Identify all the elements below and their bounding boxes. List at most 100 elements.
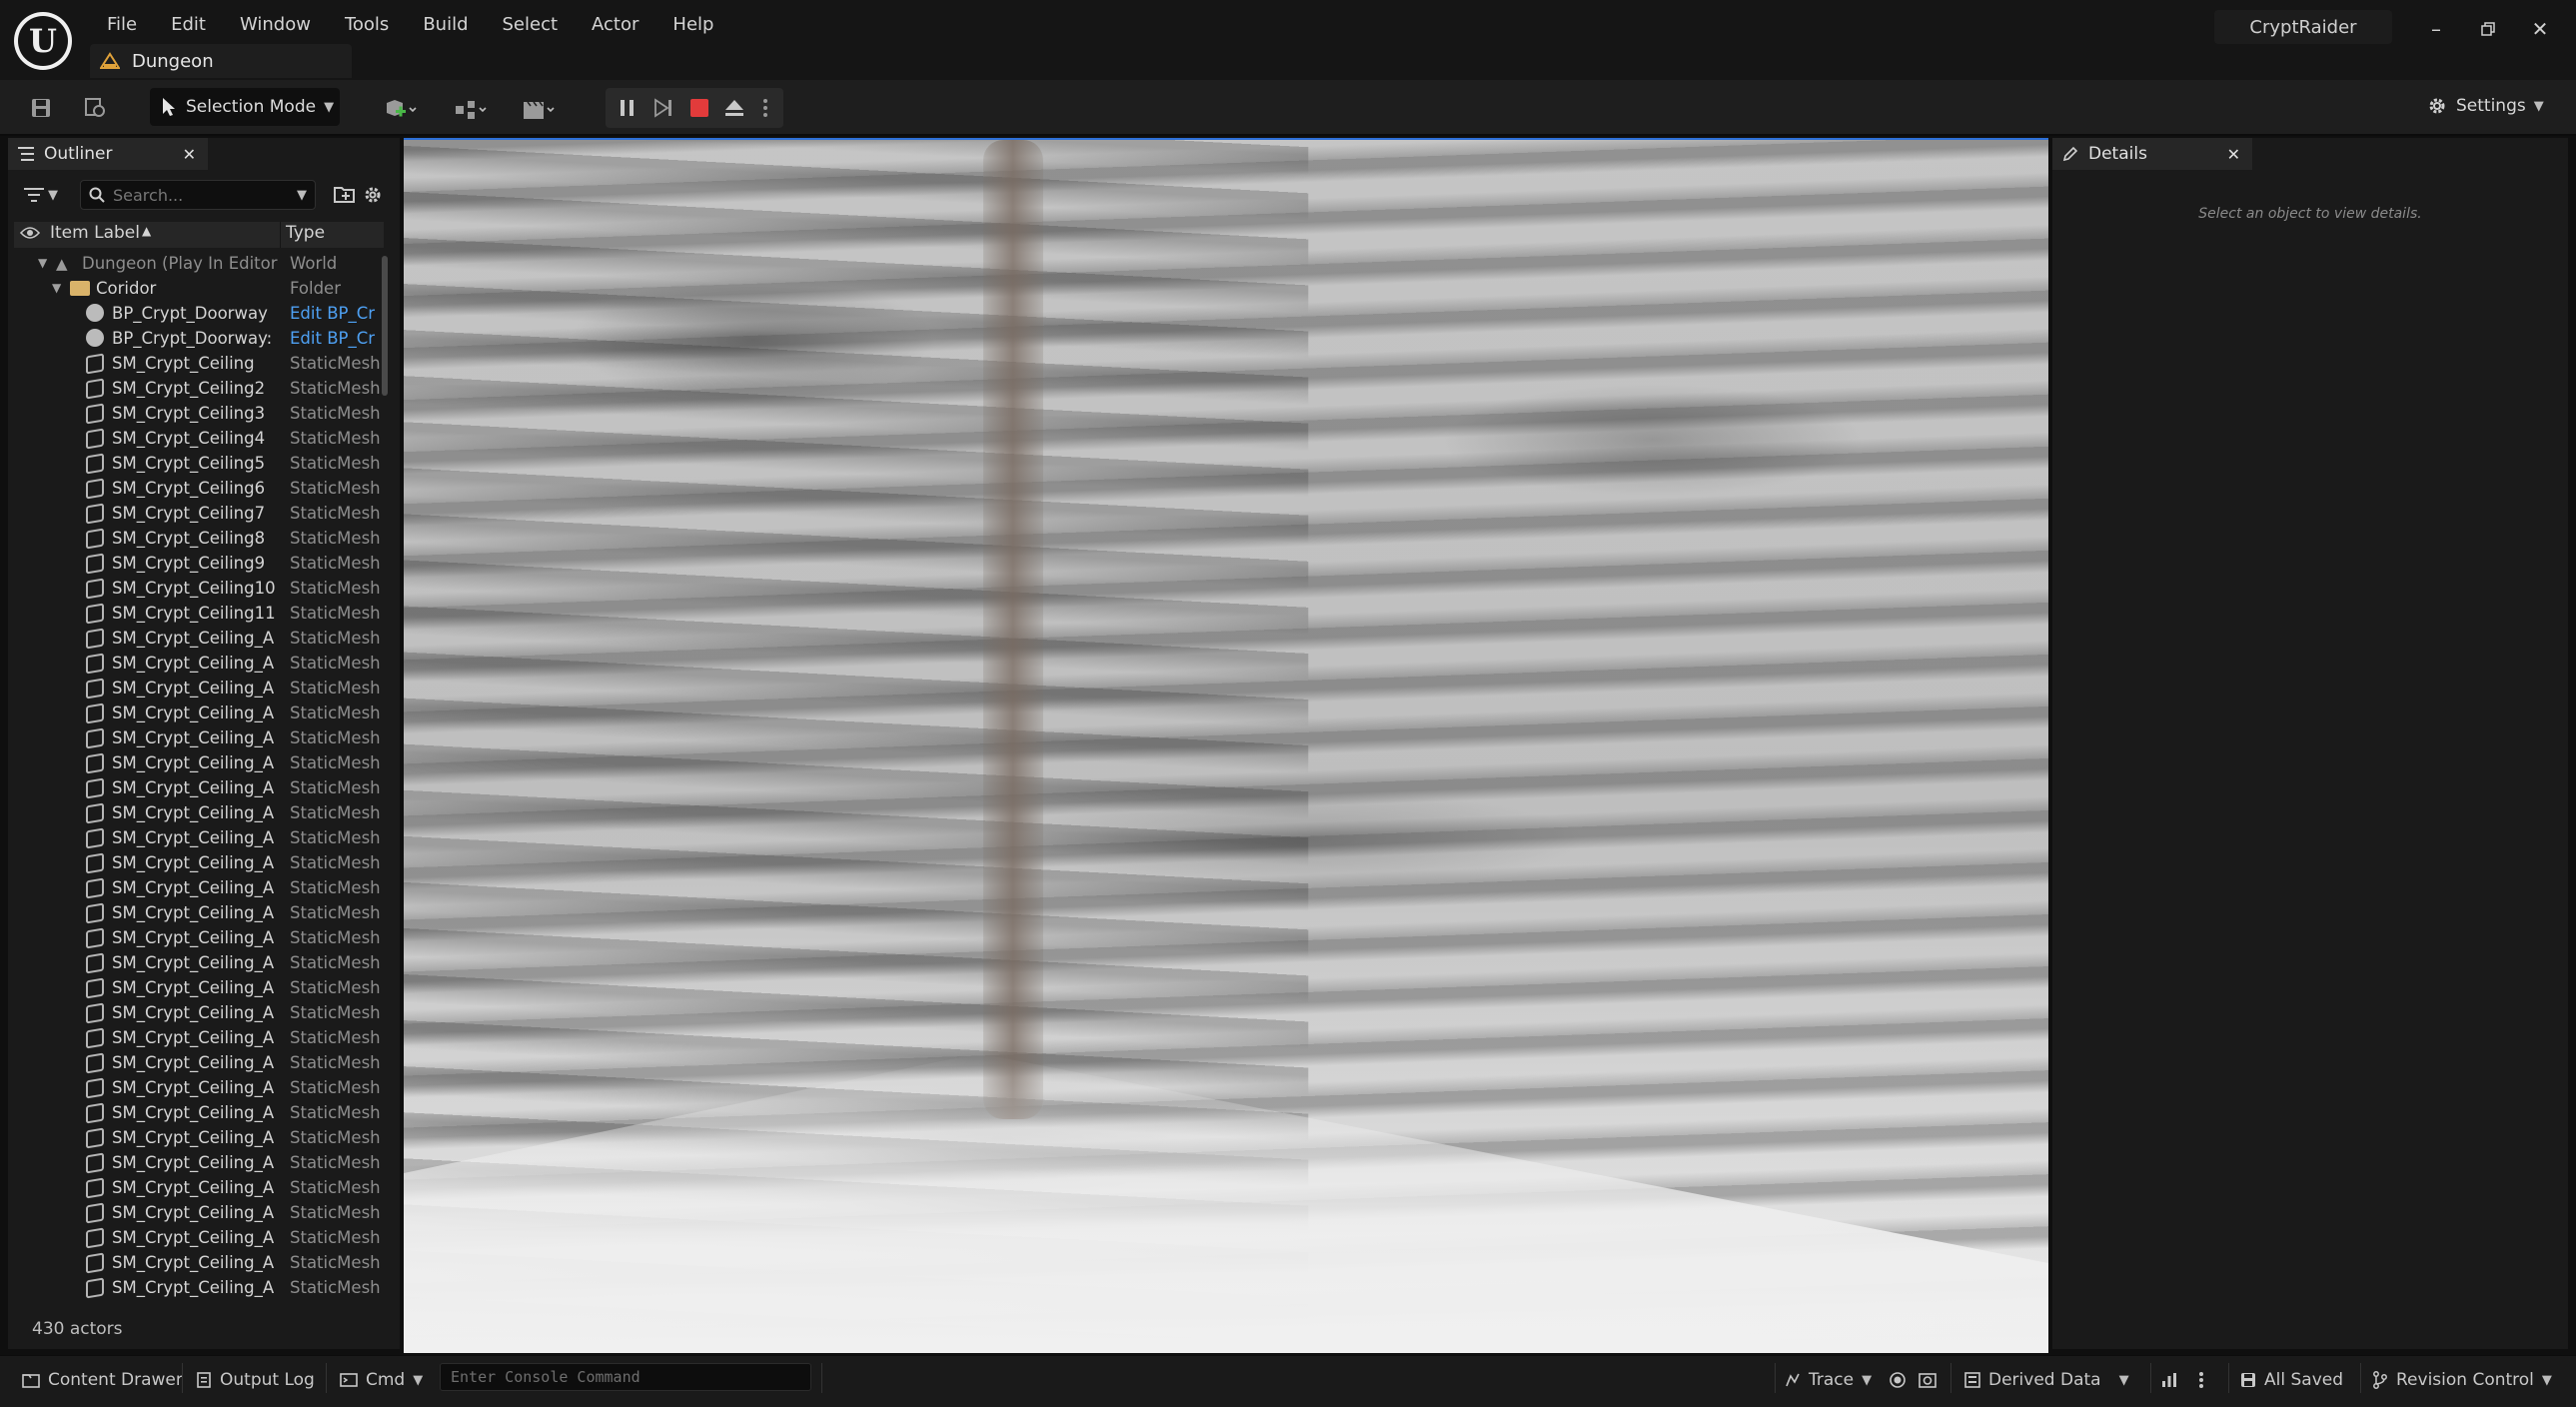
stats-icon[interactable] <box>2160 1365 2178 1395</box>
outliner-row[interactable]: SM_Crypt_Ceiling_A StaticMesh <box>14 726 384 751</box>
outliner-row[interactable]: BP_Crypt_Doorway Edit BP_Cr <box>14 302 384 327</box>
outliner-row[interactable]: SM_Crypt_Ceiling7 StaticMesh <box>14 502 384 527</box>
all-saved-button[interactable]: All Saved <box>2240 1365 2343 1395</box>
record-icon[interactable] <box>1889 1365 1907 1395</box>
outliner-row[interactable]: SM_Crypt_Ceiling_A StaticMesh <box>14 1076 384 1101</box>
outliner-row[interactable]: SM_Crypt_Ceiling_A StaticMesh <box>14 1026 384 1051</box>
content-drawer-button[interactable]: Content Drawer <box>22 1365 183 1395</box>
outliner-row[interactable]: SM_Crypt_Ceiling_A StaticMesh <box>14 776 384 801</box>
pause-icon[interactable] <box>612 88 644 128</box>
cinematics-button[interactable] <box>514 90 564 130</box>
menu-window[interactable]: Window <box>223 10 328 40</box>
outliner-row[interactable]: SM_Crypt_Ceiling_A StaticMesh <box>14 1151 384 1176</box>
outliner-row[interactable]: SM_Crypt_Ceiling9 StaticMesh <box>14 552 384 577</box>
cmd-dropdown[interactable]: Cmd ▼ <box>340 1365 423 1395</box>
outliner-row[interactable]: SM_Crypt_Ceiling10 StaticMesh <box>14 577 384 602</box>
edit-blueprint-link[interactable]: Edit BP_Cr <box>290 329 384 348</box>
stop-icon[interactable] <box>683 88 715 128</box>
close-tab-icon[interactable]: ✕ <box>183 145 196 164</box>
outliner-row[interactable]: SM_Crypt_Ceiling5 StaticMesh <box>14 452 384 477</box>
outliner-row[interactable]: SM_Crypt_Ceiling_A StaticMesh <box>14 926 384 951</box>
outliner-row[interactable]: SM_Crypt_Ceiling6 StaticMesh <box>14 477 384 502</box>
blueprints-button[interactable] <box>446 90 496 130</box>
console-command-input[interactable]: Enter Console Command <box>440 1363 811 1391</box>
revision-control-dropdown[interactable]: Revision Control ▼ <box>2372 1365 2552 1395</box>
visibility-eye-icon[interactable] <box>19 225 41 246</box>
new-folder-icon[interactable] <box>334 184 356 206</box>
outliner-row[interactable]: SM_Crypt_Ceiling_A StaticMesh <box>14 1126 384 1151</box>
edit-blueprint-link[interactable]: Edit BP_Cr <box>290 304 384 323</box>
outliner-item-type: StaticMesh <box>290 354 381 373</box>
save-icon[interactable] <box>24 88 58 128</box>
expand-arrow-icon[interactable]: ▼ <box>38 256 47 270</box>
outliner-row[interactable]: SM_Crypt_Ceiling_A StaticMesh <box>14 702 384 726</box>
outliner-row[interactable]: SM_Crypt_Ceiling_A StaticMesh <box>14 851 384 876</box>
outliner-row[interactable]: SM_Crypt_Ceiling_A StaticMesh <box>14 1001 384 1026</box>
frame-skip-icon[interactable] <box>647 88 679 128</box>
outliner-row[interactable]: SM_Crypt_Ceiling_A StaticMesh <box>14 801 384 826</box>
level-icon <box>100 52 120 69</box>
more-options-icon[interactable] <box>2198 1365 2204 1395</box>
outliner-scrollbar[interactable] <box>382 256 388 396</box>
outliner-row[interactable]: SM_Crypt_Ceiling_A StaticMesh <box>14 1226 384 1251</box>
outliner-row[interactable]: BP_Crypt_Doorway: Edit BP_Cr <box>14 327 384 352</box>
details-tab[interactable]: Details ✕ <box>2052 138 2252 170</box>
menu-select[interactable]: Select <box>486 10 576 40</box>
minimize-icon[interactable]: – <box>2416 14 2456 44</box>
outliner-row[interactable]: SM_Crypt_Ceiling8 StaticMesh <box>14 527 384 552</box>
browse-icon[interactable] <box>78 88 114 128</box>
menu-file[interactable]: File <box>90 10 154 40</box>
outliner-row[interactable]: SM_Crypt_Ceiling_A StaticMesh <box>14 652 384 677</box>
outliner-row[interactable]: SM_Crypt_Ceiling_A StaticMesh <box>14 951 384 976</box>
outliner-world-row[interactable]: ▼ ▲ Dungeon (Play In Editor World <box>14 252 384 277</box>
outliner-row[interactable]: SM_Crypt_Ceiling3 StaticMesh <box>14 402 384 427</box>
more-options-icon[interactable] <box>753 88 777 128</box>
unreal-logo-icon[interactable]: U <box>14 12 72 70</box>
level-viewport[interactable] <box>404 140 2048 1353</box>
settings-button[interactable]: Settings ▼ <box>2426 90 2544 122</box>
outliner-search-field[interactable]: Search... ▼ <box>80 180 316 210</box>
search-placeholder: Search... <box>113 185 184 205</box>
outliner-folder-row[interactable]: ▼ Coridor Folder <box>14 277 384 302</box>
outliner-row[interactable]: SM_Crypt_Ceiling_A StaticMesh <box>14 876 384 901</box>
outliner-row[interactable]: SM_Crypt_Ceiling_A StaticMesh <box>14 826 384 851</box>
filter-button[interactable]: ▼ <box>24 182 70 208</box>
menu-tools[interactable]: Tools <box>328 10 406 40</box>
outliner-item-type: StaticMesh <box>290 1253 381 1272</box>
gear-icon[interactable] <box>362 184 384 206</box>
expand-arrow-icon[interactable]: ▼ <box>52 281 61 295</box>
outliner-row[interactable]: SM_Crypt_Ceiling_A StaticMesh <box>14 677 384 702</box>
outliner-row[interactable]: SM_Crypt_Ceiling StaticMesh <box>14 352 384 377</box>
selection-mode-dropdown[interactable]: Selection Mode ▼ <box>150 88 340 126</box>
outliner-row[interactable]: SM_Crypt_Ceiling_A StaticMesh <box>14 1201 384 1226</box>
outliner-tab[interactable]: Outliner ✕ <box>8 138 208 170</box>
close-window-icon[interactable]: ✕ <box>2520 14 2560 44</box>
outliner-row[interactable]: SM_Crypt_Ceiling_A StaticMesh <box>14 1101 384 1126</box>
menu-help[interactable]: Help <box>655 10 730 40</box>
outliner-row[interactable]: SM_Crypt_Ceiling_A StaticMesh <box>14 751 384 776</box>
add-actor-button[interactable] <box>376 90 426 130</box>
menu-build[interactable]: Build <box>406 10 485 40</box>
outliner-row[interactable]: SM_Crypt_Ceiling_A StaticMesh <box>14 976 384 1001</box>
screenshot-icon[interactable] <box>1919 1365 1936 1395</box>
menu-edit[interactable]: Edit <box>154 10 223 40</box>
outliner-row[interactable]: SM_Crypt_Ceiling_A StaticMesh <box>14 1276 384 1301</box>
outliner-row[interactable]: SM_Crypt_Ceiling4 StaticMesh <box>14 427 384 452</box>
outliner-row[interactable]: SM_Crypt_Ceiling_A StaticMesh <box>14 901 384 926</box>
derived-data-dropdown[interactable]: Derived Data ▼ <box>1964 1365 2129 1395</box>
level-tab[interactable]: Dungeon <box>90 44 352 78</box>
restore-icon[interactable] <box>2468 14 2508 44</box>
trace-dropdown[interactable]: Trace ▼ <box>1785 1365 1872 1395</box>
close-tab-icon[interactable]: ✕ <box>2227 145 2240 164</box>
outliner-row[interactable]: SM_Crypt_Ceiling_A StaticMesh <box>14 627 384 652</box>
outliner-row[interactable]: SM_Crypt_Ceiling2 StaticMesh <box>14 377 384 402</box>
menu-actor[interactable]: Actor <box>575 10 655 40</box>
output-log-button[interactable]: Output Log <box>196 1365 315 1395</box>
column-item-label[interactable]: Item Label <box>50 223 140 243</box>
outliner-row[interactable]: SM_Crypt_Ceiling_A StaticMesh <box>14 1051 384 1076</box>
eject-icon[interactable] <box>717 88 751 128</box>
outliner-row[interactable]: SM_Crypt_Ceiling_A StaticMesh <box>14 1176 384 1201</box>
outliner-row[interactable]: SM_Crypt_Ceiling_A StaticMesh <box>14 1251 384 1276</box>
outliner-row[interactable]: SM_Crypt_Ceiling11 StaticMesh <box>14 602 384 627</box>
column-type[interactable]: Type <box>286 223 325 243</box>
